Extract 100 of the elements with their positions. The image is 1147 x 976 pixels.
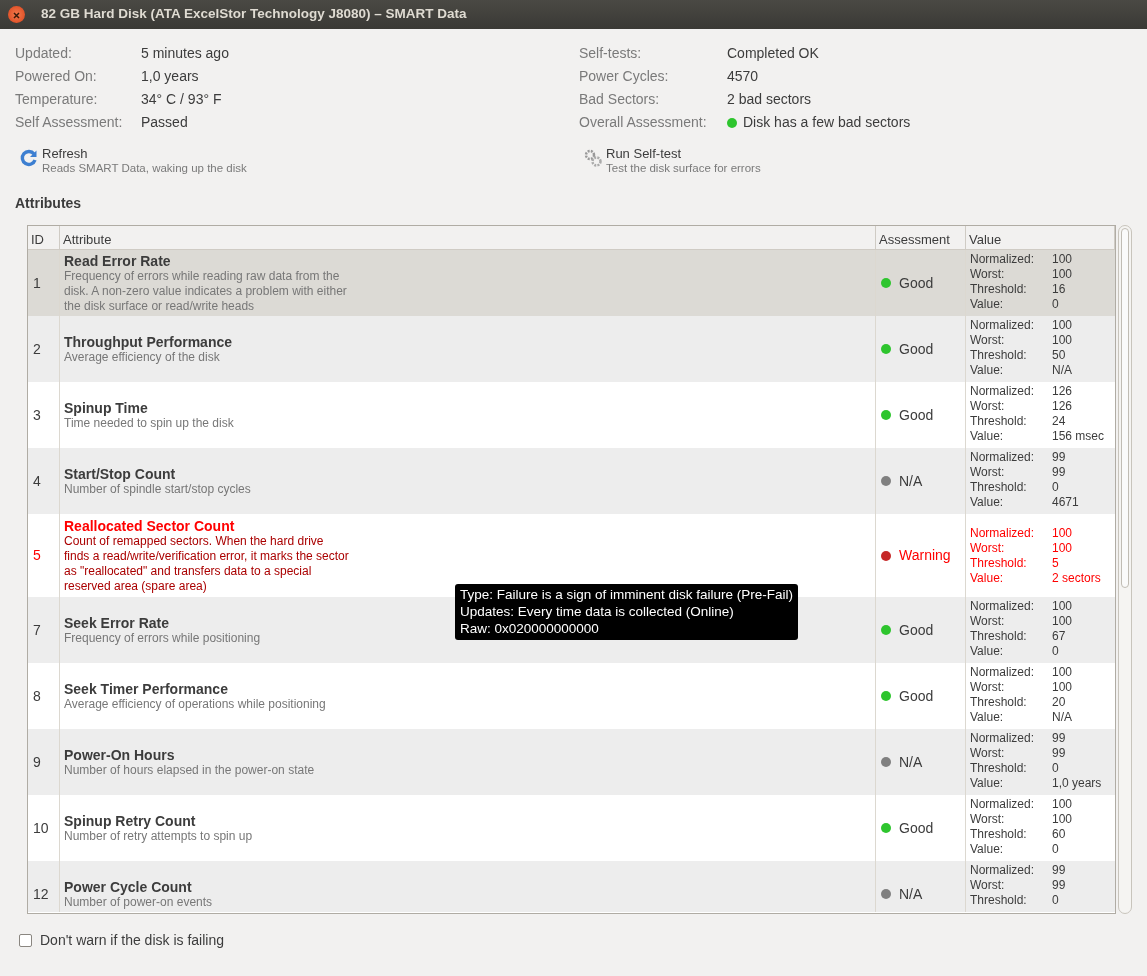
info-label: Self Assessment: xyxy=(15,113,124,132)
attribute-name: Power Cycle Count xyxy=(64,878,192,895)
value-label: Normalized: xyxy=(970,797,1036,812)
info-label: Self-tests: xyxy=(579,44,643,63)
value-text: 0 xyxy=(1052,761,1059,775)
value-text: 100 xyxy=(1052,680,1073,694)
value-text: 99 xyxy=(1052,863,1066,877)
value-text: 100 xyxy=(1052,318,1073,332)
value-label: Threshold: xyxy=(970,282,1028,297)
value-label: Threshold: xyxy=(970,629,1028,644)
value-label: Threshold: xyxy=(970,480,1028,495)
value-text: 0 xyxy=(1052,893,1059,907)
value-text: 99 xyxy=(1052,465,1066,479)
value-text: 100 xyxy=(1052,333,1073,347)
id-cell-text: 2 xyxy=(33,339,41,359)
info-value: 2 bad sectors xyxy=(727,90,812,109)
id-cell-text: 5 xyxy=(33,546,41,565)
action-subtitle: Test the disk surface for errors xyxy=(606,161,761,175)
attribute-description: Count of remapped sectors. When the hard drive finds a read/write/verification error, it marks the sector as "reallocated" and transfers data to a special reserved area (spare area) xyxy=(64,533,349,594)
tooltip-line: Updates: Every time data is collected (Online) xyxy=(460,603,735,620)
value-label: Threshold: xyxy=(970,414,1028,429)
value-text: 126 xyxy=(1052,384,1073,398)
value-label: Threshold: xyxy=(970,827,1028,842)
value-label: Normalized: xyxy=(970,450,1036,465)
value-text: 20 xyxy=(1052,695,1066,709)
value-label: Value: xyxy=(970,776,1005,791)
value-label: Value: xyxy=(970,710,1005,725)
attribute-description: Number of retry attempts to spin up xyxy=(64,828,254,844)
value-label: Worst: xyxy=(970,399,1006,414)
attribute-name: Reallocated Sector Count xyxy=(64,517,235,534)
section-title: Attributes xyxy=(14,194,83,213)
value-label: Worst: xyxy=(970,333,1006,348)
value-text: 100 xyxy=(1052,525,1073,540)
attribute-description: Frequency of errors while positioning xyxy=(64,630,262,646)
value-text: N/A xyxy=(1052,710,1072,724)
attribute-name: Seek Timer Performance xyxy=(64,680,228,697)
assessment-text: N/A xyxy=(899,752,923,772)
attribute-name: Seek Error Rate xyxy=(64,614,170,631)
action-title: Run Self-test xyxy=(606,146,683,161)
assessment-text: Good xyxy=(899,339,934,359)
attribute-description: Number of spindle start/stop cycles xyxy=(64,481,252,497)
value-label: Value: xyxy=(970,429,1005,444)
value-label: Worst: xyxy=(970,465,1006,480)
assessment-text: N/A xyxy=(899,884,923,904)
value-label: Normalized: xyxy=(970,252,1036,267)
assessment-text: Good xyxy=(899,818,934,838)
id-cell-text: 8 xyxy=(33,686,41,706)
value-text: 67 xyxy=(1052,629,1066,643)
value-text: 100 xyxy=(1052,267,1073,281)
value-label: Value: xyxy=(970,297,1005,312)
action-subtitle: Reads SMART Data, waking up the disk xyxy=(42,161,247,175)
assessment-text: Warning xyxy=(899,546,951,565)
value-label: Value: xyxy=(970,495,1005,510)
info-label: Updated: xyxy=(15,44,73,63)
value-text: 126 xyxy=(1052,399,1073,413)
assessment-text: Good xyxy=(899,620,934,640)
attribute-description: Frequency of errors while reading raw data from the disk. A non-zero value indicates a problem with either the disk surface or read/write heads xyxy=(64,268,348,314)
value-text: 0 xyxy=(1052,297,1059,311)
id-cell-text: 3 xyxy=(33,405,41,425)
id-cell-text: 10 xyxy=(33,818,49,838)
value-label: Worst: xyxy=(970,680,1006,695)
tooltip-line: Raw: 0x020000000000 xyxy=(460,620,600,637)
value-text: 99 xyxy=(1052,878,1066,892)
value-label: Normalized: xyxy=(970,318,1036,333)
value-label: Value: xyxy=(970,570,1005,586)
assessment-text: Good xyxy=(899,405,934,425)
value-label: Worst: xyxy=(970,614,1006,629)
info-value: Disk has a few bad sectors xyxy=(743,113,911,132)
value-text: 100 xyxy=(1052,540,1073,555)
value-label: Threshold: xyxy=(970,695,1028,710)
value-label: Value: xyxy=(970,363,1005,378)
value-text: 0 xyxy=(1052,842,1059,856)
attribute-description: Number of power-on events xyxy=(64,894,214,910)
attribute-name: Throughput Performance xyxy=(64,333,232,350)
value-text: 100 xyxy=(1052,599,1073,613)
value-text: 24 xyxy=(1052,414,1066,428)
value-text: 4671 xyxy=(1052,495,1079,509)
value-text: 99 xyxy=(1052,746,1066,760)
value-text: 99 xyxy=(1052,731,1066,745)
info-value: Passed xyxy=(141,113,188,132)
info-value: 1,0 years xyxy=(141,67,199,86)
value-text: 100 xyxy=(1052,812,1073,826)
value-text: 100 xyxy=(1052,797,1073,811)
info-value: 4570 xyxy=(727,67,759,86)
value-label: Worst: xyxy=(970,746,1006,761)
value-label: Normalized: xyxy=(970,665,1036,680)
value-text: 2 sectors xyxy=(1052,570,1101,585)
value-text: 0 xyxy=(1052,480,1059,494)
value-text: 1,0 years xyxy=(1052,776,1102,790)
info-label: Power Cycles: xyxy=(579,67,670,86)
tooltip-line: Type: Failure is a sign of imminent disk failure (Pre-Fail) xyxy=(460,586,794,603)
attribute-name: Spinup Retry Count xyxy=(64,812,196,829)
value-label: Value: xyxy=(970,644,1005,659)
value-text: 100 xyxy=(1052,614,1073,628)
value-text: 16 xyxy=(1052,282,1066,296)
value-label: Threshold: xyxy=(970,555,1028,571)
assessment-text: Good xyxy=(899,273,934,293)
value-text: 156 msec xyxy=(1052,429,1105,443)
value-text: N/A xyxy=(1052,363,1072,377)
attribute-name: Power-On Hours xyxy=(64,746,175,763)
